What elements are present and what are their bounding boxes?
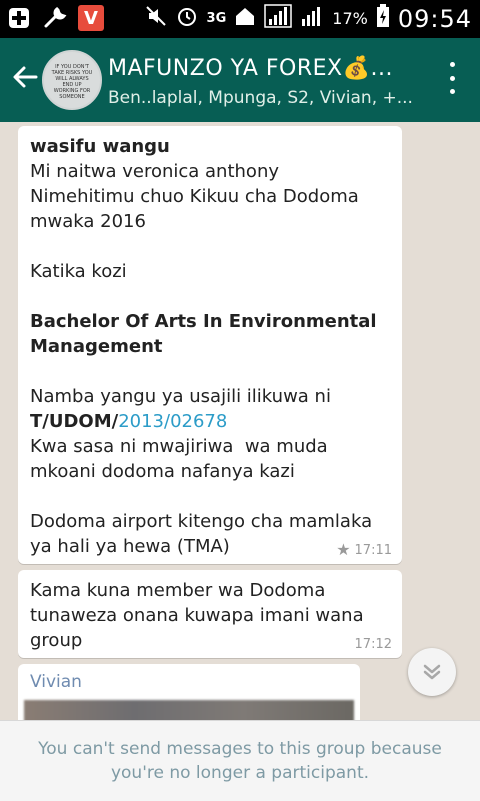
network-type: 3G — [206, 11, 227, 26]
message-meta: 17:12 — [355, 637, 392, 652]
group-title[interactable]: MAFUNZO YA FOREX💰... — [108, 56, 393, 81]
message-text: Kama kuna member wa Dodoma tunaweza onan… — [30, 580, 364, 651]
reg-prefix: T/UDOM/ — [30, 411, 119, 432]
read-only-notice: You can't send messages to this group be… — [38, 739, 442, 783]
message-bold-line: Bachelor Of Arts In Environmental Manage… — [30, 311, 377, 357]
image-thumbnail[interactable] — [24, 700, 354, 720]
signal-icon — [264, 4, 293, 33]
group-avatar[interactable]: IF YOU DON'T TAKE RISKS YOU WILL ALWAYS … — [42, 50, 102, 110]
battery-icon — [376, 4, 390, 33]
battery-percent: 17% — [332, 9, 368, 28]
message-meta: ★ 17:11 — [336, 542, 392, 558]
scroll-down-button[interactable] — [408, 648, 456, 696]
home-signal-icon — [234, 5, 256, 32]
avatar-text: IF YOU DON'T TAKE RISKS YOU WILL ALWAYS … — [51, 64, 93, 100]
signal-icon-2 — [300, 5, 324, 32]
group-members[interactable]: Ben..laplal, Mpunga, S2, Vivian, +... — [108, 88, 413, 108]
status-bar: V 3G 17% 09:54 — [0, 0, 480, 38]
add-icon — [6, 5, 32, 31]
status-left: V — [6, 5, 104, 31]
vidmate-icon: V — [78, 5, 104, 31]
mute-icon — [145, 5, 167, 32]
read-only-notice-bar: You can't send messages to this group be… — [0, 720, 480, 801]
clock: 09:54 — [397, 4, 472, 33]
message-bubble[interactable]: Kama kuna member wa Dodoma tunaweza onan… — [18, 570, 402, 658]
message-line: Mi naitwa veronica anthony — [30, 161, 280, 182]
message-bubble[interactable]: Vivian — [18, 664, 360, 720]
sender-name[interactable]: Vivian — [30, 672, 82, 692]
reg-number-link[interactable]: 2013/02678 — [118, 411, 227, 432]
message-line: Namba yangu ya usajili ilikuwa ni — [30, 386, 331, 407]
message-time: 17:12 — [354, 637, 392, 652]
more-options-icon[interactable] — [448, 62, 456, 94]
message-line: Nimehitimu chuo Kikuu cha Dodoma mwaka 2… — [30, 186, 359, 282]
status-right: 3G 17% 09:54 — [145, 4, 472, 33]
wrench-icon — [42, 5, 68, 31]
alarm-icon — [175, 4, 199, 33]
message-bubble[interactable]: wasifu wangu Mi naitwa veronica anthony … — [18, 126, 402, 564]
star-icon: ★ — [336, 540, 351, 559]
message-heading: wasifu wangu — [30, 136, 170, 157]
double-chevron-down-icon — [423, 664, 441, 680]
message-time: 17:11 — [354, 542, 392, 558]
message-line: Kwa sasa ni mwajiriwa wa muda mkoani dod… — [30, 436, 373, 557]
back-arrow-icon[interactable] — [10, 62, 40, 92]
message-list[interactable]: wasifu wangu Mi naitwa veronica anthony … — [0, 122, 480, 720]
message-text: wasifu wangu Mi naitwa veronica anthony … — [30, 134, 390, 559]
chat-header: IF YOU DON'T TAKE RISKS YOU WILL ALWAYS … — [0, 38, 480, 122]
